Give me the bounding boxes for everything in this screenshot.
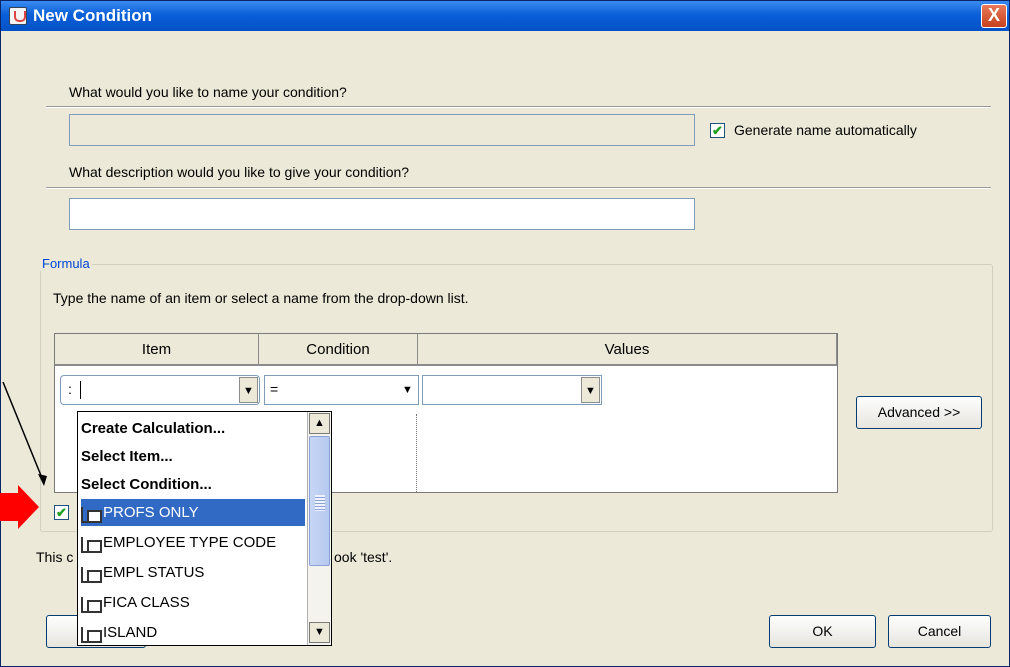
red-annotation-arrow-icon xyxy=(0,485,39,529)
cancel-button[interactable]: Cancel xyxy=(888,615,991,648)
dropdown-action-create-calculation[interactable]: Create Calculation... xyxy=(81,415,305,442)
dropdown-item-fica-class[interactable]: FICA CLASS xyxy=(81,589,305,616)
description-separator xyxy=(46,187,991,189)
info-text-start: This c xyxy=(36,549,74,565)
formula-instructions: Type the name of an item or select a nam… xyxy=(53,290,469,306)
annotation-pointer-line xyxy=(2,381,47,486)
name-question-label: What would you like to name your conditi… xyxy=(69,84,347,100)
row-prefix: : xyxy=(68,381,72,397)
condition-combo[interactable]: = ▼ xyxy=(264,375,419,405)
formula-legend: Formula xyxy=(40,256,92,271)
scroll-grip xyxy=(315,495,325,511)
dropdown-item-employee-type-code[interactable]: EMPLOYEE TYPE CODE xyxy=(81,529,305,556)
column-header-condition[interactable]: Condition xyxy=(259,334,418,366)
item-icon xyxy=(81,535,102,553)
condition-name-input[interactable] xyxy=(69,114,695,146)
dialog-title: New Condition xyxy=(33,6,152,25)
item-combo[interactable]: : ▼ xyxy=(60,375,260,405)
java-app-icon xyxy=(9,7,27,25)
dropdown-item-empl-status[interactable]: EMPL STATUS xyxy=(81,559,305,586)
new-condition-dialog: New Condition X What would you like to n… xyxy=(0,0,1010,667)
generate-name-checkbox[interactable]: ✔ xyxy=(710,123,725,138)
item-combo-input[interactable] xyxy=(80,381,81,399)
dropdown-item-profs-only[interactable]: PROFS ONLY xyxy=(81,499,305,526)
title-bar[interactable]: New Condition X xyxy=(1,1,1009,31)
advanced-button[interactable]: Advanced >> xyxy=(856,396,982,429)
values-combo[interactable]: ▼ xyxy=(422,375,602,405)
item-icon xyxy=(81,565,102,583)
name-separator xyxy=(46,106,991,108)
dropdown-scrollbar[interactable]: ▲ ▼ xyxy=(307,412,331,645)
dropdown-action-select-item[interactable]: Select Item... xyxy=(81,443,305,470)
description-input[interactable] xyxy=(69,198,695,230)
column-divider xyxy=(416,414,417,492)
item-icon xyxy=(81,625,102,643)
values-dropdown-arrow-icon[interactable]: ▼ xyxy=(581,377,600,403)
item-dropdown-list[interactable]: Create Calculation... Select Item... Sel… xyxy=(77,411,332,646)
close-button[interactable]: X xyxy=(981,4,1007,28)
generate-name-label: Generate name automatically xyxy=(734,122,917,138)
item-icon xyxy=(81,595,102,613)
description-question-label: What description would you like to give … xyxy=(69,164,410,180)
info-text-end: ook 'test'. xyxy=(334,549,393,565)
row-enabled-checkbox[interactable]: ✔ xyxy=(54,505,69,520)
ok-button[interactable]: OK xyxy=(769,615,876,648)
condition-combo-value: = xyxy=(270,381,279,397)
dropdown-item-island[interactable]: ISLAND xyxy=(81,619,305,646)
item-dropdown-arrow-icon[interactable]: ▼ xyxy=(239,377,258,403)
condition-dropdown-arrow-icon[interactable]: ▼ xyxy=(398,377,417,403)
dropdown-action-select-condition[interactable]: Select Condition... xyxy=(81,471,305,498)
scroll-down-icon[interactable]: ▼ xyxy=(309,622,330,643)
column-header-values[interactable]: Values xyxy=(418,334,837,366)
scroll-up-icon[interactable]: ▲ xyxy=(309,413,330,434)
item-icon xyxy=(81,505,102,523)
column-header-item[interactable]: Item xyxy=(55,334,259,366)
scroll-thumb[interactable] xyxy=(309,436,330,566)
